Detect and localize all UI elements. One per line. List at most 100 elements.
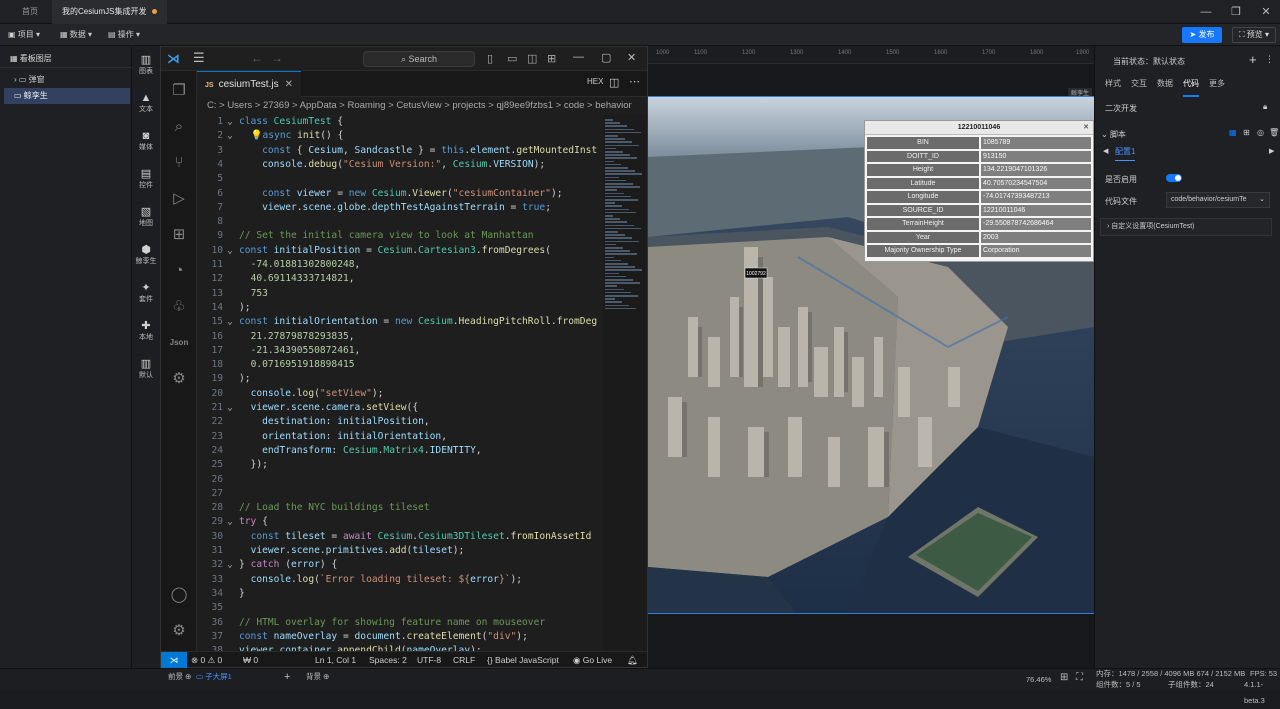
fullscreen-icon[interactable]: ⛶: [1076, 670, 1083, 686]
code-line[interactable]: 21 ⌄ viewer.scene.camera.setView({: [197, 401, 603, 415]
layout-panel-icon[interactable]: ▭: [507, 52, 517, 65]
code-line[interactable]: 9 // Set the initial camera view to look…: [197, 229, 603, 243]
json-icon[interactable]: Json: [161, 329, 197, 357]
script-copy-icon[interactable]: ⊞: [1243, 128, 1250, 137]
maximize-icon[interactable]: ❐: [1222, 0, 1250, 24]
rail-item-default[interactable]: ▥ 默认: [132, 358, 160, 380]
rail-item-twin[interactable]: ⬢ 鲸孪生: [132, 244, 160, 266]
code-line[interactable]: 16 21.27879878293835,: [197, 330, 603, 344]
rail-item-media[interactable]: ◙ 媒体: [132, 130, 160, 152]
run-debug-icon[interactable]: ▷: [161, 185, 197, 213]
rail-item-chart[interactable]: ▥ 图表: [132, 54, 160, 76]
forward-arrow-icon[interactable]: →: [271, 51, 283, 65]
split-editor-icon[interactable]: ◫: [609, 76, 619, 89]
enable-toggle[interactable]: [1166, 174, 1182, 182]
script-grid-icon[interactable]: ▦: [1229, 128, 1237, 137]
fold-chevron-icon[interactable]: ⌄: [227, 129, 239, 143]
fold-chevron-icon[interactable]: ⌄: [227, 558, 239, 572]
code-line[interactable]: 22 destination: initialPosition,: [197, 415, 603, 429]
window-close-icon[interactable]: ✕: [627, 51, 636, 64]
tab-data[interactable]: 数据: [1157, 78, 1173, 89]
code-line[interactable]: 1 ⌄ class CesiumTest {: [197, 115, 603, 129]
notifications-bell-icon[interactable]: 🔔︎: [627, 652, 638, 668]
code-line[interactable]: 29 ⌄ try {: [197, 515, 603, 529]
code-line[interactable]: 27: [197, 487, 603, 501]
more-actions-icon[interactable]: ⋯: [629, 75, 640, 88]
operate-menu[interactable]: ▤ 操作 ▾: [108, 24, 140, 46]
rail-item-suite[interactable]: ✦ 套件: [132, 282, 160, 304]
code-line[interactable]: 35: [197, 601, 603, 615]
config-prev-icon[interactable]: ◀: [1103, 147, 1108, 155]
remote-explorer-icon[interactable]: ⚙: [161, 365, 197, 393]
layout-split-icon[interactable]: ◫: [527, 52, 537, 65]
rail-item-map[interactable]: ▧ 地图: [132, 206, 160, 228]
search-icon[interactable]: ⌕: [161, 113, 197, 141]
script-delete-icon[interactable]: 🗑︎: [1269, 128, 1279, 137]
lock-icon[interactable]: 🔒︎: [1263, 102, 1267, 112]
layer-item-twin[interactable]: ▭ 鲸孪生: [4, 88, 130, 104]
background-tab[interactable]: 背景 ⊕: [306, 669, 329, 685]
fold-chevron-icon[interactable]: ⌄: [227, 401, 239, 415]
add-state-icon[interactable]: +: [1249, 52, 1257, 67]
ports-status[interactable]: ₩ 0: [243, 652, 258, 668]
code-line[interactable]: 2 ⌄ 💡async init() {: [197, 129, 603, 143]
tree-icon[interactable]: ♧: [161, 293, 197, 321]
hex-editor-button[interactable]: HEX: [587, 77, 603, 86]
layout-custom-icon[interactable]: ⊞: [547, 52, 556, 65]
code-line[interactable]: 32 ⌄} catch (error) {: [197, 558, 603, 572]
language-mode[interactable]: {} Babel JavaScript: [487, 652, 559, 668]
remote-indicator-icon[interactable]: ⋊: [161, 652, 187, 668]
account-icon[interactable]: ◯: [161, 581, 197, 609]
tab-interaction[interactable]: 交互: [1131, 78, 1147, 89]
code-line[interactable]: 26: [197, 473, 603, 487]
fold-chevron-icon[interactable]: ⌄: [227, 515, 239, 529]
close-icon[interactable]: ✕: [1252, 0, 1280, 24]
preview-button[interactable]: ⛶ 预览 ▾: [1232, 27, 1276, 43]
tab-project[interactable]: 我的CesiumJS集成开发: [52, 0, 168, 24]
code-line[interactable]: 8: [197, 215, 603, 229]
rail-item-control[interactable]: ▤ 控件: [132, 168, 160, 190]
code-line[interactable]: 11 -74.01881302800248,: [197, 258, 603, 272]
minimize-icon[interactable]: —: [1192, 0, 1220, 24]
script-section[interactable]: ⌄ 脚本: [1101, 129, 1126, 140]
more-vert-icon[interactable]: ⋮: [1265, 54, 1274, 65]
extensions-icon[interactable]: ⊞: [161, 221, 197, 249]
eol-status[interactable]: CRLF: [453, 652, 475, 668]
problems-status[interactable]: ⊗ 0 ⚠ 0: [191, 652, 222, 668]
code-line[interactable]: 33 console.log(`Error loading tileset: $…: [197, 573, 603, 587]
rail-item-text[interactable]: ▲ 文本: [132, 92, 160, 114]
code-line[interactable]: 7 viewer.scene.globe.depthTestAgainstTer…: [197, 201, 603, 215]
menu-icon[interactable]: ☰: [193, 50, 205, 66]
indentation-status[interactable]: Spaces: 2: [369, 652, 407, 668]
code-line[interactable]: 6 const viewer = new Cesium.Viewer("cesi…: [197, 187, 603, 201]
layer-item-popup[interactable]: › ▭ 弹窗: [4, 72, 130, 88]
code-line[interactable]: 15 ⌄ const initialOrientation = new Cesium…: [197, 315, 603, 329]
code-line[interactable]: 13 753: [197, 287, 603, 301]
tab-code[interactable]: 代码: [1183, 78, 1199, 97]
code-line[interactable]: 3 const { Cesium, Sandcastle } = this.el…: [197, 144, 603, 158]
code-line[interactable]: 20 console.log("setView");: [197, 387, 603, 401]
cursor-position[interactable]: Ln 1, Col 1: [315, 652, 356, 668]
project-menu[interactable]: ▣ 项目 ▾: [8, 24, 40, 46]
add-screen-icon[interactable]: +: [284, 669, 290, 685]
code-line[interactable]: 10 ⌄ const initialPosition = Cesium.Cartes…: [197, 244, 603, 258]
code-line[interactable]: 31 viewer.scene.primitives.add(tileset);: [197, 544, 603, 558]
minimap[interactable]: [603, 115, 647, 651]
code-line[interactable]: 17 -21.34390550872461,: [197, 344, 603, 358]
fold-chevron-icon[interactable]: ⌄: [227, 115, 239, 129]
go-live-button[interactable]: ◉ Go Live: [573, 652, 612, 668]
editor-tab-cesiumtest[interactable]: JS cesiumTest.js ✕: [197, 71, 301, 97]
code-line[interactable]: 37 const nameOverlay = document.createEl…: [197, 630, 603, 644]
code-editor[interactable]: 1 ⌄ class CesiumTest {2 ⌄ 💡async init() {3 …: [197, 115, 603, 651]
code-line[interactable]: 24 endTransform: Cesium.Matrix4.IDENTITY…: [197, 444, 603, 458]
tab-close-icon[interactable]: ✕: [285, 72, 293, 97]
code-line[interactable]: 18 0.0716951918898415: [197, 358, 603, 372]
code-line[interactable]: 4 console.debug("Cesium Version:", Cesiu…: [197, 158, 603, 172]
config-next-icon[interactable]: ▶: [1269, 147, 1274, 155]
back-arrow-icon[interactable]: ←: [251, 51, 263, 65]
code-line[interactable]: 5: [197, 172, 603, 186]
code-line[interactable]: 38 viewer.container.appendChild(nameOver…: [197, 644, 603, 651]
rail-item-local[interactable]: ✚ 本地: [132, 320, 160, 342]
info-close-icon[interactable]: ✕: [1083, 121, 1089, 135]
code-line[interactable]: 28 // Load the NYC buildings tileset: [197, 501, 603, 515]
